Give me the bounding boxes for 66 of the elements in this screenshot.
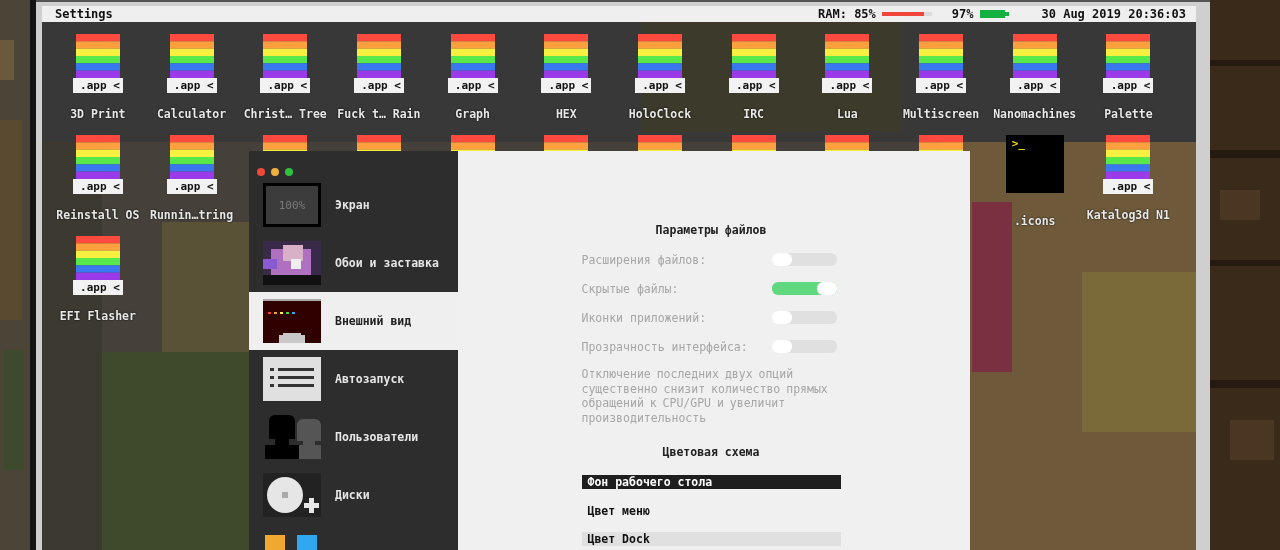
window-title: Settings: [55, 7, 113, 21]
section-title: Цветовая схема: [661, 445, 761, 461]
toggle-label: Скрытые файлы:: [581, 281, 679, 296]
toggle-switch[interactable]: [771, 253, 837, 266]
toggle-switch[interactable]: [771, 282, 837, 295]
users-silhouette-icon: [263, 415, 321, 459]
clock: 30 Aug 2019 20:36:03: [1041, 7, 1186, 21]
toggle-label: Иконки приложений:: [581, 310, 707, 325]
desktop-icon-label[interactable]: Nanomachines: [993, 107, 1077, 121]
desktop-icon-label[interactable]: IRC: [743, 107, 765, 121]
app-extension-tag: .app <: [72, 280, 123, 295]
desktop-icon-label[interactable]: Christ… Tree: [243, 107, 327, 121]
desktop-icon-label[interactable]: HoloClock: [628, 107, 692, 121]
battery-icon: [979, 10, 1010, 18]
window-preview-icon: [263, 299, 321, 343]
desktop-icon-label[interactable]: Lua: [836, 107, 858, 121]
app-extension-tag: .app <: [1103, 78, 1154, 93]
terminal-icon[interactable]: >_: [1005, 135, 1064, 193]
app-extension-tag: .app <: [728, 78, 779, 93]
hint-text: Отключение последних двух опций существенно снизит количество прямых обращений к CPU/GPU и увеличит производительность: [581, 367, 829, 425]
desktop-icon-label[interactable]: .icons: [1013, 214, 1056, 228]
app-extension-tag: .app <: [166, 179, 217, 194]
ram-label: RAM: 85%: [818, 7, 876, 21]
sidebar-item[interactable]: Обои и заставка: [249, 234, 458, 292]
desktop-icon-label[interactable]: Palette: [1104, 107, 1153, 121]
toggle-label: Прозрачность интерфейса:: [581, 339, 748, 354]
desktop-icon-label[interactable]: Graph: [455, 107, 490, 121]
sidebar-item[interactable]: Диски: [249, 466, 458, 524]
sidebar-item[interactable]: Автозапуск: [249, 350, 458, 408]
app-extension-tag: .app <: [166, 78, 217, 93]
toggle-switch[interactable]: [771, 311, 837, 324]
app-extension-tag: .app <: [1103, 179, 1154, 194]
app-extension-tag: .app <: [634, 78, 685, 93]
wallpaper-thumbnail-icon: [263, 241, 321, 285]
battery-percent: 97%: [951, 7, 974, 21]
app-extension-tag: .app <: [916, 78, 967, 93]
desktop-icon-label[interactable]: Calculator: [156, 107, 227, 121]
desktop-icon-label[interactable]: Katalog3d N1: [1086, 208, 1170, 222]
sidebar-item[interactable]: 100% Экран: [249, 176, 458, 234]
desktop-icon-label[interactable]: Reinstall OS: [56, 208, 140, 222]
desktop-icon-label[interactable]: EFI Flasher: [59, 309, 136, 323]
color-picker[interactable]: Цвет Dock: [581, 532, 841, 546]
desktop-icon-label[interactable]: Runnin…tring: [150, 208, 234, 222]
monitor-icon: 100%: [263, 183, 321, 227]
app-extension-tag: .app <: [72, 179, 123, 194]
app-extension-tag: .app <: [447, 78, 498, 93]
app-extension-tag: .app <: [72, 78, 123, 93]
list-icon: [263, 357, 321, 401]
app-extension-tag: .app <: [822, 78, 873, 93]
toggle-label: Расширения файлов:: [581, 252, 707, 267]
app-extension-tag: .app <: [541, 78, 592, 93]
minimize-button[interactable]: [271, 168, 279, 176]
maximize-button[interactable]: [285, 168, 293, 176]
sidebar-item[interactable]: Пользователи: [249, 408, 458, 466]
toggle-switch[interactable]: [771, 340, 837, 353]
section-title: Параметры файлов: [654, 223, 768, 239]
desktop-icon-label[interactable]: Multiscreen: [902, 107, 980, 121]
app-extension-tag: .app <: [353, 78, 404, 93]
color-picker[interactable]: Фон рабочего стола: [581, 475, 841, 489]
desktop-icon-label[interactable]: Fuck t… Rain: [337, 107, 421, 121]
app-extension-tag: .app <: [1009, 78, 1060, 93]
close-button[interactable]: [257, 168, 265, 176]
desktop-icon-label[interactable]: 3D Print: [70, 107, 126, 121]
sidebar-item[interactable]: Внешний вид: [249, 292, 458, 350]
app-extension-tag: .app <: [260, 78, 311, 93]
desktop-icon-label[interactable]: HEX: [555, 107, 577, 121]
